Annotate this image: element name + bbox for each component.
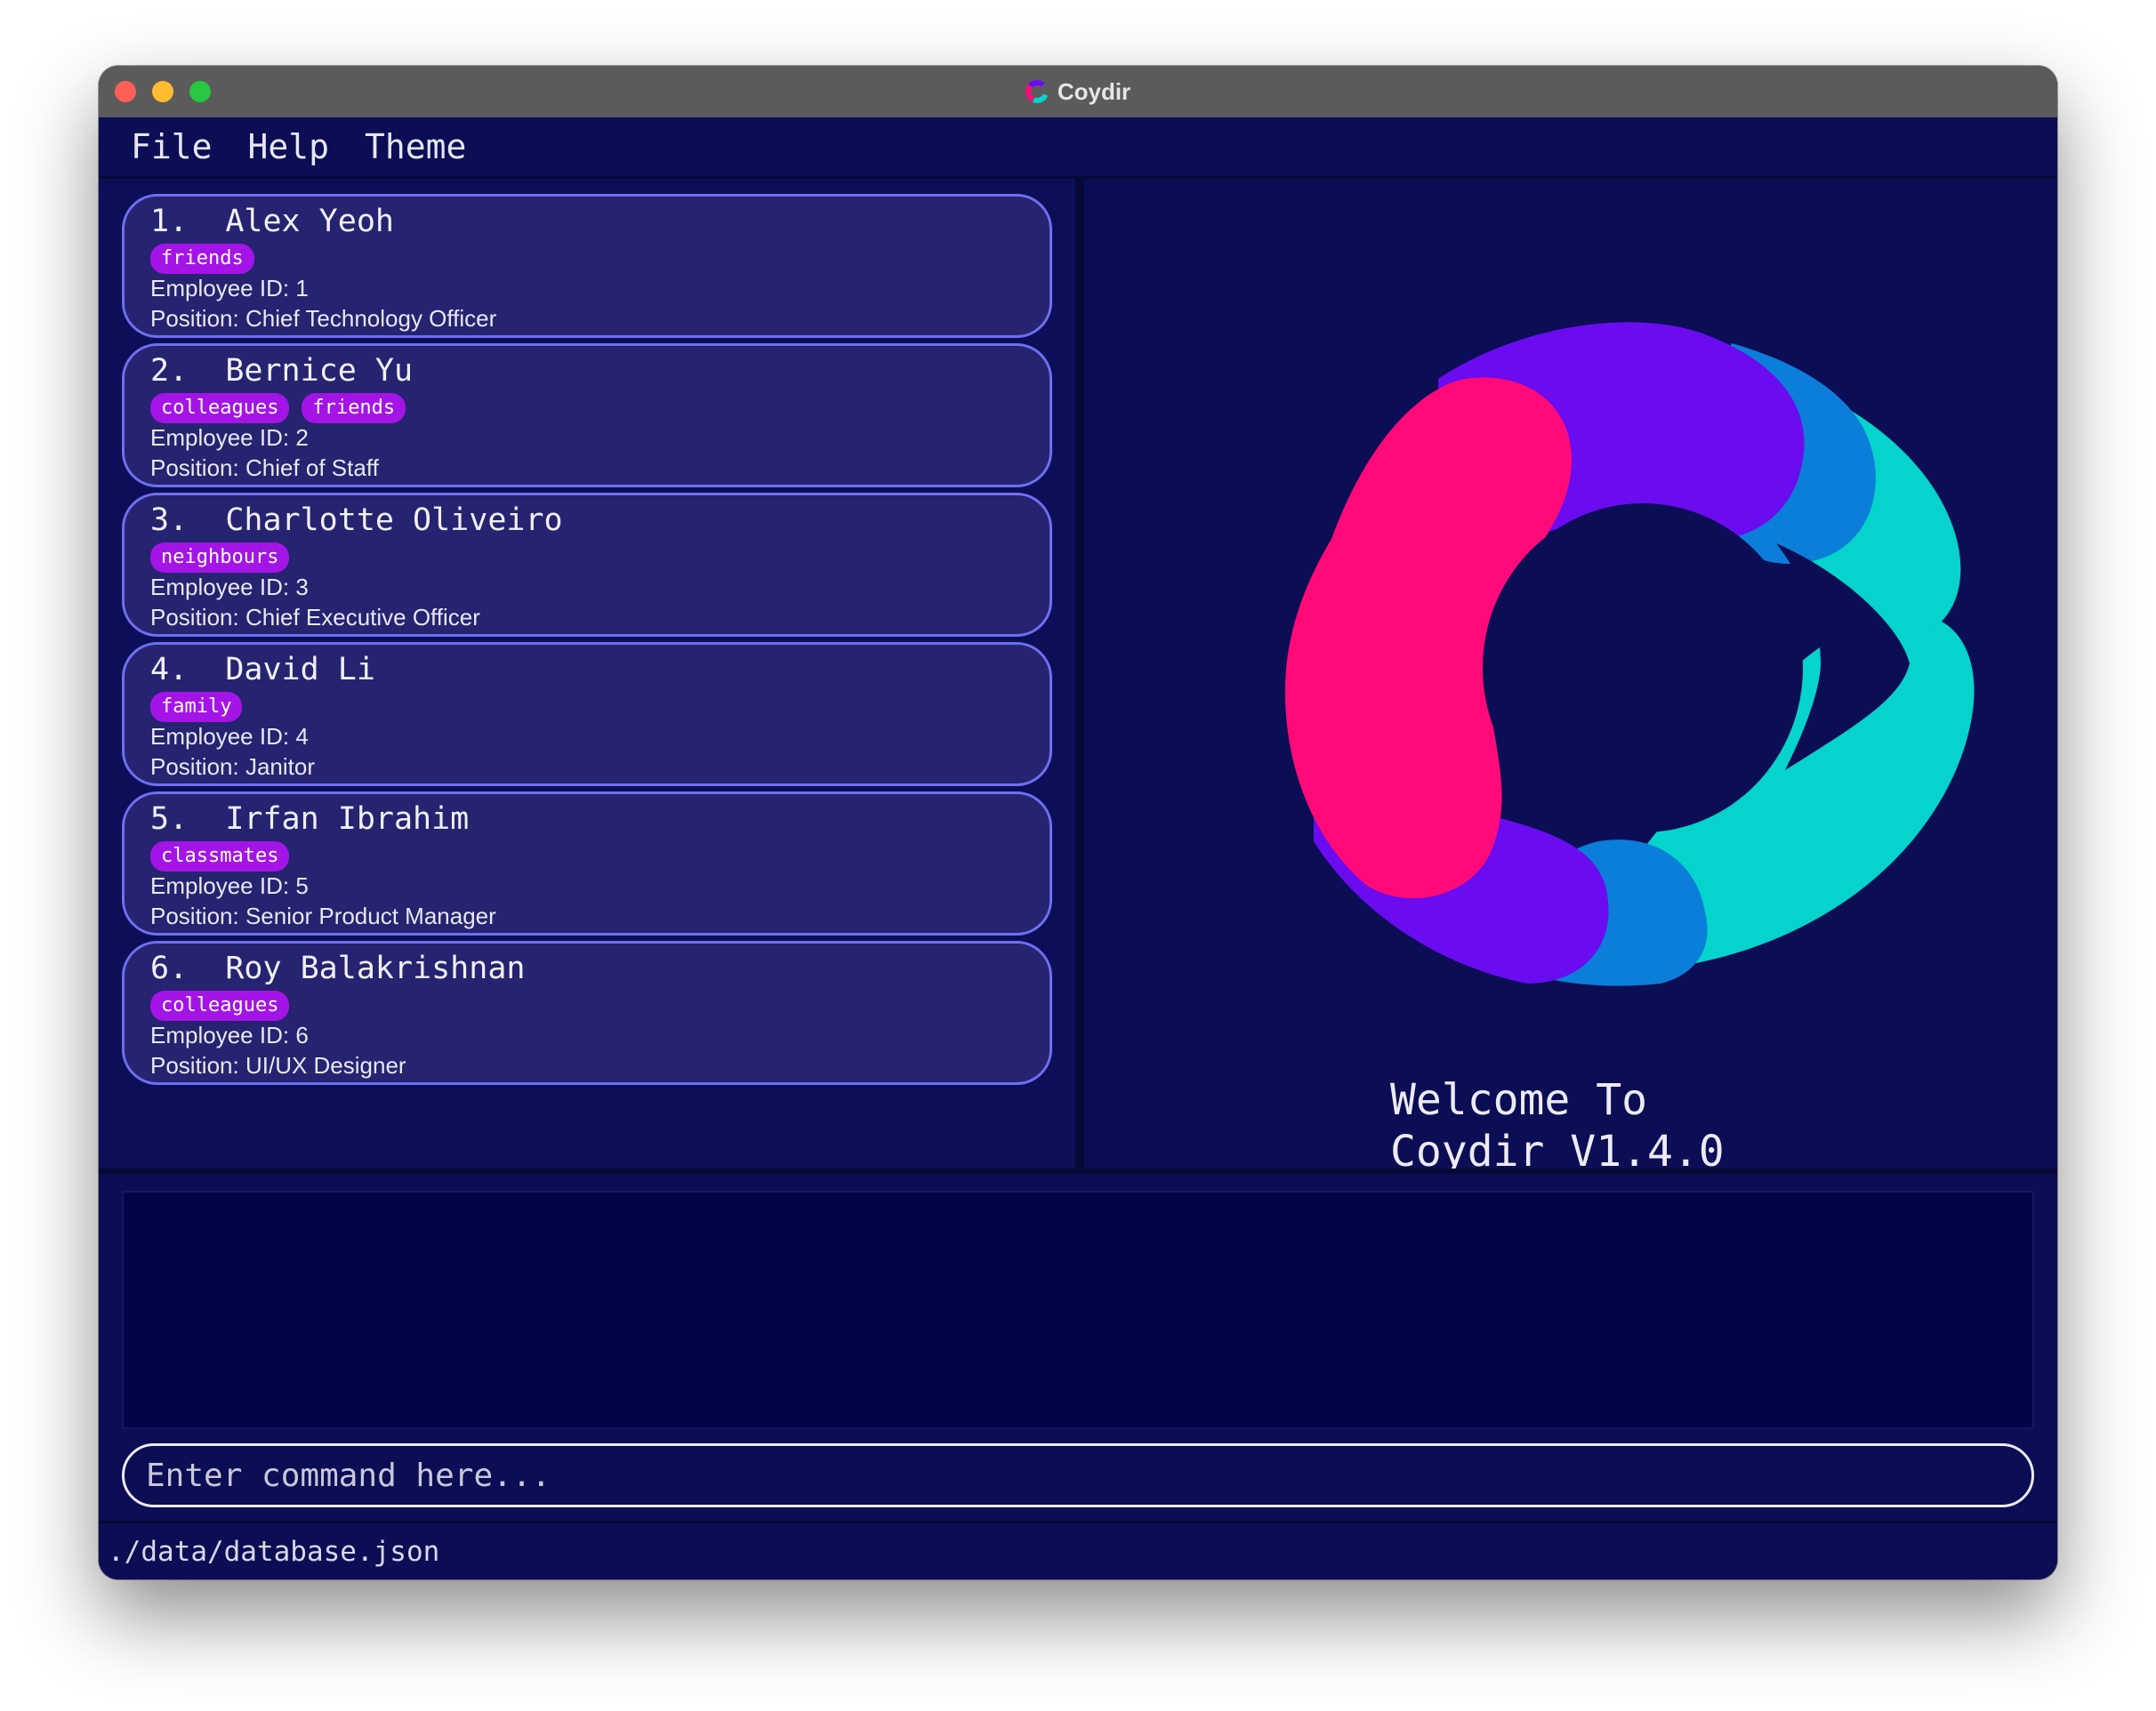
app-logo-small-icon <box>1025 80 1049 103</box>
person-card[interactable]: 6. Roy Balakrishnan colleagues Employee … <box>122 941 1052 1085</box>
tag-list: friends <box>150 244 254 274</box>
tag-list: family <box>150 692 243 722</box>
title-bar: Coydir <box>99 66 2057 117</box>
person-card[interactable]: 5. Irfan Ibrahim classmates Employee ID:… <box>122 791 1052 936</box>
split-pane-divider[interactable] <box>1075 179 1084 1169</box>
welcome-text: Welcome To Coydir V1.4.0 <box>1390 1074 1725 1177</box>
employee-id-label: Employee ID: <box>150 723 290 750</box>
position-line: Position: Chief Technology Officer <box>150 305 496 333</box>
employee-id-line: Employee ID: 4 <box>150 723 309 751</box>
person-index: 4. <box>150 652 189 687</box>
position-line: Position: UI/UX Designer <box>150 1052 406 1080</box>
result-display-section <box>99 1169 2057 1429</box>
employee-id-label: Employee ID: <box>150 872 290 899</box>
person-index: 2. <box>150 353 189 389</box>
tag-badge: neighbours <box>150 542 290 573</box>
window-title-text: Coydir <box>1057 77 1131 105</box>
person-name: 5. Irfan Ibrahim <box>150 801 469 837</box>
command-box-section <box>99 1434 2057 1519</box>
employee-id-line: Employee ID: 3 <box>150 574 309 601</box>
window-controls <box>115 81 211 102</box>
person-name: 6. Roy Balakrishnan <box>150 951 525 986</box>
position-value: Chief Technology Officer <box>245 305 497 332</box>
tag-badge: classmates <box>150 841 290 872</box>
window-title: Coydir <box>1025 77 1131 106</box>
employee-id-value: 2 <box>295 424 309 451</box>
position-label: Position: <box>150 604 239 631</box>
person-name: 2. Bernice Yu <box>150 353 413 389</box>
employee-id-label: Employee ID: <box>150 424 290 451</box>
position-value: Chief Executive Officer <box>245 604 480 631</box>
employee-id-line: Employee ID: 1 <box>150 275 309 302</box>
tag-badge: friends <box>302 393 406 423</box>
position-line: Position: Janitor <box>150 753 315 781</box>
position-label: Position: <box>150 753 239 780</box>
maximize-window-button[interactable] <box>189 81 211 102</box>
position-line: Position: Chief Executive Officer <box>150 604 480 631</box>
employee-id-label: Employee ID: <box>150 1022 290 1048</box>
position-label: Position: <box>150 1052 239 1079</box>
person-name-text: David Li <box>225 652 375 687</box>
tag-list: neighbours <box>150 542 290 573</box>
position-value: Senior Product Manager <box>245 903 496 929</box>
app-window: Coydir File Help Theme 1. Alex Yeoh frie… <box>99 66 2057 1579</box>
position-line: Position: Chief of Staff <box>150 454 379 482</box>
person-name-text: Bernice Yu <box>225 353 414 389</box>
minimize-window-button[interactable] <box>152 81 173 102</box>
file-path-text: ./data/database.json <box>108 1536 440 1568</box>
coydir-logo-icon <box>1284 322 1975 986</box>
tag-list: colleagues <box>150 991 290 1021</box>
employee-id-label: Employee ID: <box>150 574 290 600</box>
close-window-button[interactable] <box>115 81 136 102</box>
menu-file[interactable]: File <box>131 127 213 166</box>
person-card[interactable]: 1. Alex Yeoh friends Employee ID: 1 Posi… <box>122 194 1052 338</box>
person-index: 3. <box>150 502 189 538</box>
result-display[interactable] <box>122 1191 2034 1429</box>
position-value: Janitor <box>245 753 316 780</box>
person-card[interactable]: 4. David Li family Employee ID: 4 Positi… <box>122 642 1052 786</box>
employee-id-value: 1 <box>295 275 309 301</box>
employee-id-value: 6 <box>295 1022 309 1048</box>
person-name-text: Alex Yeoh <box>225 204 394 239</box>
person-list-panel[interactable]: 1. Alex Yeoh friends Employee ID: 1 Posi… <box>99 179 1075 1169</box>
person-card[interactable]: 2. Bernice Yu colleagues friends Employe… <box>122 343 1052 487</box>
person-name: 3. Charlotte Oliveiro <box>150 502 563 538</box>
position-label: Position: <box>150 305 239 332</box>
command-input[interactable] <box>122 1443 2034 1507</box>
person-name: 4. David Li <box>150 652 375 687</box>
position-value: UI/UX Designer <box>245 1052 406 1079</box>
employee-id-label: Employee ID: <box>150 275 290 301</box>
person-card[interactable]: 3. Charlotte Oliveiro neighbours Employe… <box>122 493 1052 637</box>
tag-badge: colleagues <box>150 991 290 1021</box>
position-label: Position: <box>150 903 239 929</box>
person-name: 1. Alex Yeoh <box>150 204 394 239</box>
tag-badge: colleagues <box>150 393 290 423</box>
status-bar: ./data/database.json <box>99 1521 2057 1579</box>
person-name-text: Irfan Ibrahim <box>225 801 470 837</box>
menu-theme[interactable]: Theme <box>365 127 466 166</box>
tag-list: classmates <box>150 841 290 872</box>
person-index: 5. <box>150 801 189 837</box>
tag-badge: family <box>150 692 243 722</box>
menu-help[interactable]: Help <box>248 127 330 166</box>
person-name-text: Charlotte Oliveiro <box>225 502 563 538</box>
employee-id-line: Employee ID: 5 <box>150 872 309 900</box>
employee-id-value: 3 <box>295 574 309 600</box>
welcome-line-1: Welcome To <box>1390 1075 1647 1125</box>
position-label: Position: <box>150 454 239 481</box>
person-index: 6. <box>150 951 189 986</box>
person-index: 1. <box>150 204 189 239</box>
menu-bar: File Help Theme <box>99 117 2057 179</box>
tag-badge: friends <box>150 244 254 274</box>
employee-id-value: 4 <box>295 723 309 750</box>
position-line: Position: Senior Product Manager <box>150 903 496 930</box>
welcome-panel: Welcome To Coydir V1.4.0 <box>1084 179 2057 1177</box>
tag-list: colleagues friends <box>150 393 406 423</box>
employee-id-line: Employee ID: 6 <box>150 1022 309 1049</box>
person-name-text: Roy Balakrishnan <box>225 951 526 986</box>
employee-id-value: 5 <box>295 872 309 899</box>
position-value: Chief of Staff <box>245 454 379 481</box>
employee-id-line: Employee ID: 2 <box>150 424 309 452</box>
